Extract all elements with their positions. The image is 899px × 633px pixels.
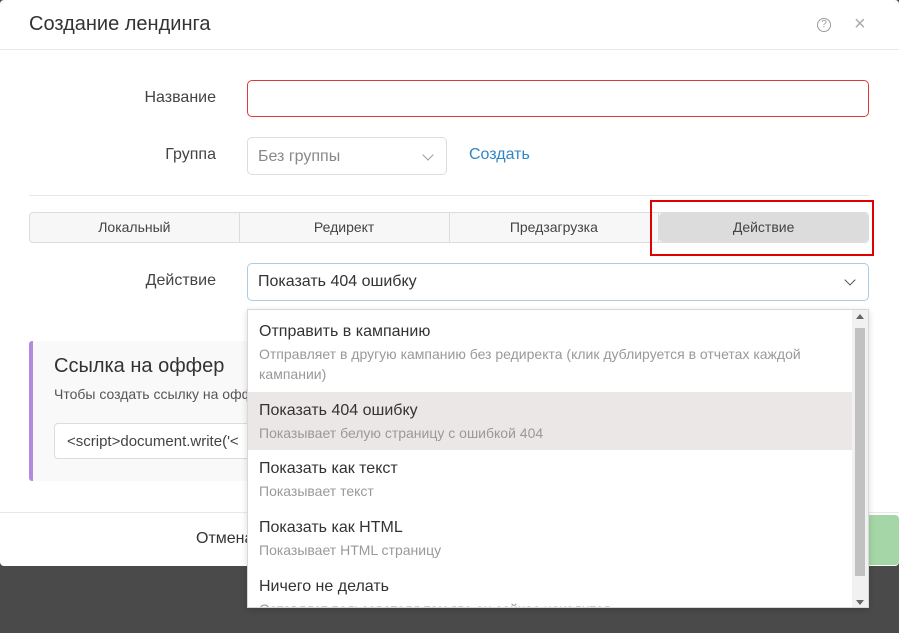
- option-description: Показывает белую страницу с ошибкой 404: [259, 425, 544, 441]
- tab-redirect[interactable]: Редирект: [240, 213, 450, 242]
- offer-title: Ссылка на оффер: [54, 355, 225, 377]
- action-label: Действие: [145, 272, 216, 289]
- action-select-value: Показать 404 ошибку: [258, 273, 417, 290]
- option-title: Отправить в кампанию: [259, 323, 431, 340]
- option-description: Показывает HTML страницу: [259, 542, 442, 558]
- option-description: Отправляет в другую кампанию без редирек…: [259, 346, 801, 382]
- scrollbar-thumb[interactable]: [855, 328, 865, 576]
- dropdown-option[interactable]: Показать как текст Показывает текст: [248, 450, 853, 509]
- cancel-button[interactable]: Отмена: [196, 530, 253, 548]
- question-circle-icon[interactable]: ?: [817, 18, 831, 32]
- option-title: Показать 404 ошибку: [259, 402, 418, 419]
- scroll-up-arrow-icon[interactable]: [856, 314, 864, 319]
- dropdown-option[interactable]: Ничего не делать Оставляет пользователя …: [248, 568, 853, 607]
- name-input[interactable]: [247, 80, 869, 117]
- action-dropdown-menu: Отправить в кампанию Отправляет в другую…: [247, 309, 869, 608]
- dropdown-scrollbar[interactable]: [852, 310, 868, 607]
- tab-preload[interactable]: Предзагрузка: [450, 213, 660, 242]
- option-description: Показывает текст: [259, 483, 374, 499]
- option-description: Оставляет пользователя там где он сейчас…: [259, 599, 853, 607]
- highlight-annotation-box: [650, 200, 874, 256]
- group-label: Группа: [165, 146, 216, 163]
- name-label: Название: [144, 89, 217, 106]
- option-title: Показать как HTML: [259, 519, 403, 536]
- offer-description: Чтобы создать ссылку на офф: [54, 386, 254, 402]
- close-icon[interactable]: ×: [854, 13, 866, 35]
- dropdown-option-selected[interactable]: Показать 404 ошибку Показывает белую стр…: [248, 392, 853, 450]
- scroll-down-arrow-icon[interactable]: [856, 600, 864, 605]
- modal-title: Создание лендинга: [29, 13, 211, 35]
- dropdown-option[interactable]: Отправить в кампанию Отправляет в другую…: [248, 310, 853, 392]
- dropdown-option[interactable]: Показать как HTML Показывает HTML страни…: [248, 509, 853, 568]
- create-group-link[interactable]: Создать: [469, 146, 530, 164]
- action-select[interactable]: Показать 404 ошибку: [247, 263, 869, 301]
- option-title: Ничего не делать: [259, 578, 389, 595]
- chevron-down-icon: [844, 274, 856, 286]
- modal-header: Создание лендинга ? ×: [0, 0, 899, 50]
- option-title: Показать как текст: [259, 460, 398, 477]
- group-select-value: Без группы: [258, 148, 341, 165]
- tab-local[interactable]: Локальный: [30, 213, 240, 242]
- divider: [29, 195, 869, 196]
- chevron-down-icon: [422, 149, 434, 161]
- offer-code-value: <script>document.write('<: [67, 433, 239, 450]
- group-select[interactable]: Без группы: [247, 137, 447, 175]
